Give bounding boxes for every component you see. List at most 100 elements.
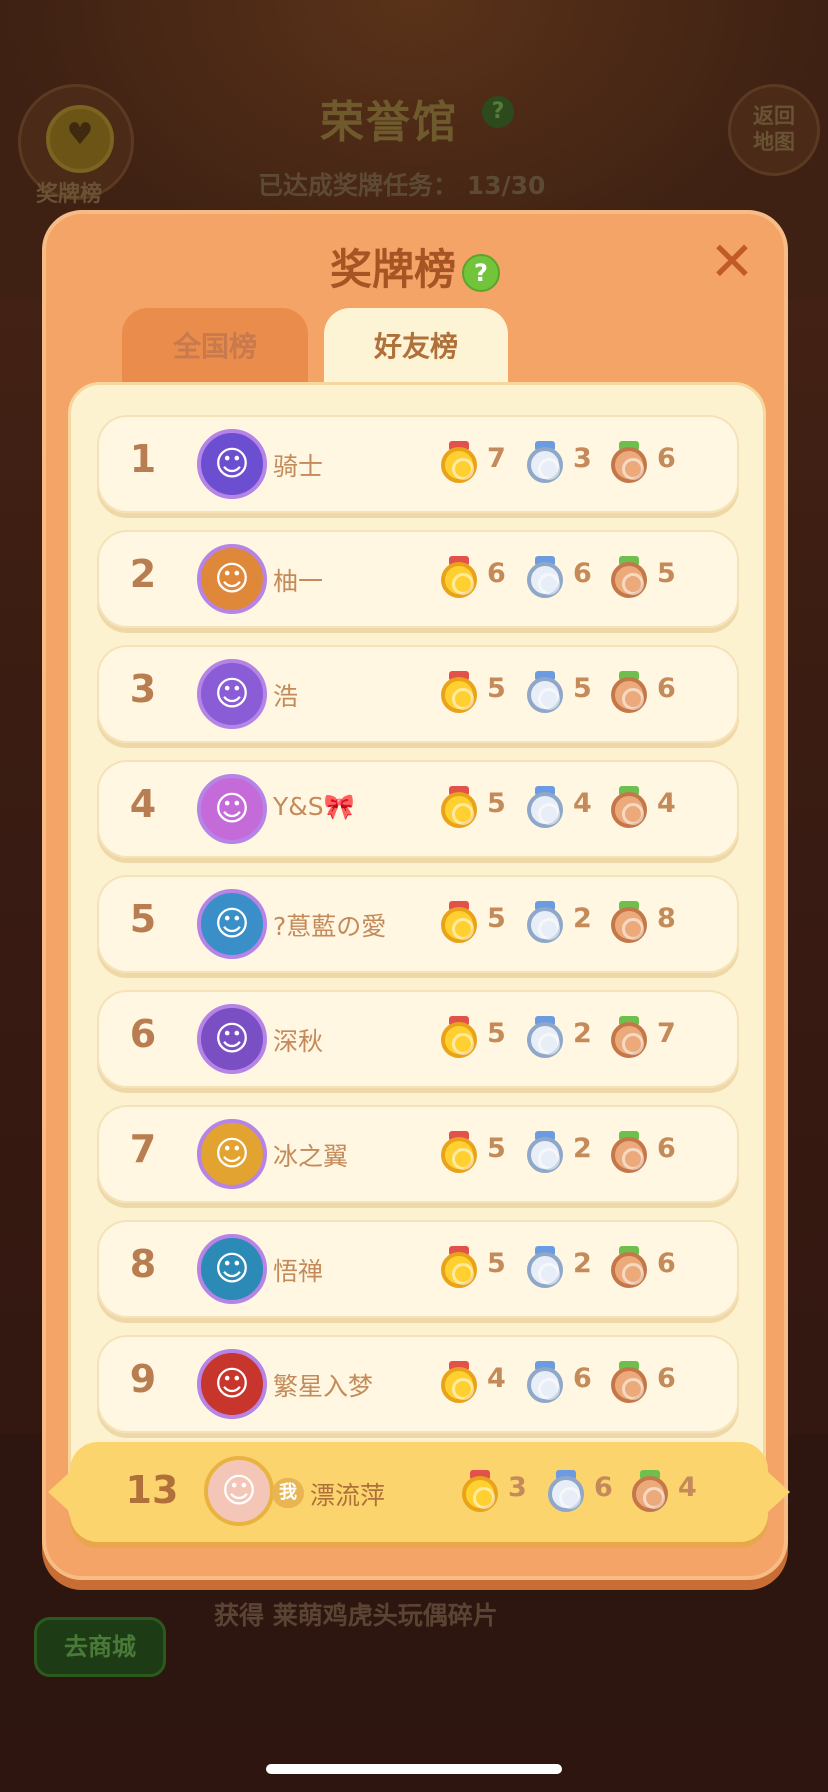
rank-number: 4 bbox=[129, 782, 157, 826]
player-name: 骑士 bbox=[273, 452, 324, 481]
gold-count: 4 bbox=[487, 1363, 506, 1394]
bronze-medal-icon bbox=[611, 1361, 647, 1403]
tab-national[interactable]: 全国榜 bbox=[122, 308, 308, 392]
gold-medal-icon bbox=[441, 901, 477, 943]
self-rank-row[interactable]: 13 ☺ 我 漂流萍 3 6 4 bbox=[70, 1442, 768, 1542]
leaderboard-row[interactable]: 7 ☺ 冰之翼 5 2 6 bbox=[97, 1105, 739, 1203]
silver-medal-icon bbox=[527, 1131, 563, 1173]
player-name: 柚一 bbox=[273, 567, 324, 596]
self-row-arrow-right bbox=[768, 1472, 790, 1512]
avatar: ☺ bbox=[197, 659, 267, 729]
silver-count: 5 bbox=[573, 673, 592, 704]
rank-number: 3 bbox=[129, 667, 157, 711]
player-name: Y&S🎀 bbox=[273, 792, 355, 821]
rank-number: 13 bbox=[125, 1468, 179, 1512]
avatar: ☺ bbox=[197, 429, 267, 499]
silver-count: 6 bbox=[573, 558, 592, 589]
rank-number: 6 bbox=[129, 1012, 157, 1056]
avatar: ☺ bbox=[197, 1004, 267, 1074]
bronze-count: 6 bbox=[657, 1248, 676, 1279]
go-to-shop-button[interactable]: 去商城 bbox=[34, 1617, 166, 1677]
rank-number: 2 bbox=[129, 552, 157, 596]
help-icon[interactable]: ? bbox=[462, 253, 500, 292]
gold-medal-icon bbox=[441, 1361, 477, 1403]
gold-medal-icon bbox=[441, 786, 477, 828]
gold-count: 5 bbox=[487, 1248, 506, 1279]
silver-medal-icon bbox=[527, 1361, 563, 1403]
bronze-medal-icon bbox=[632, 1470, 668, 1512]
silver-medal-icon bbox=[527, 1246, 563, 1288]
bronze-count: 6 bbox=[657, 1363, 676, 1394]
gold-count: 5 bbox=[487, 903, 506, 934]
rank-number: 8 bbox=[129, 1242, 157, 1286]
leaderboard-row[interactable]: 9 ☺ 繁星入梦 4 6 6 bbox=[97, 1335, 739, 1433]
leaderboard-row[interactable]: 8 ☺ 悟禅 5 2 6 bbox=[97, 1220, 739, 1318]
leaderboard-list[interactable]: 1 ☺ 骑士 7 3 6 2 ☺ 柚一 6 6 5 3 ☺ 浩 5 5 6 4 ☺ Y&S🎀 5 4 4 5 ☺ ?蒠藍の愛 5 2 8 6… bbox=[68, 382, 766, 1538]
rank-number: 9 bbox=[129, 1357, 157, 1401]
gold-count: 5 bbox=[487, 1133, 506, 1164]
silver-count: 6 bbox=[594, 1472, 613, 1503]
bronze-count: 6 bbox=[657, 443, 676, 474]
home-indicator[interactable] bbox=[266, 1764, 562, 1774]
silver-count: 6 bbox=[573, 1363, 592, 1394]
reward-text: 获得 莱萌鸡虎头玩偶碎片 bbox=[214, 1601, 498, 1630]
gold-count: 3 bbox=[508, 1472, 527, 1503]
gold-count: 7 bbox=[487, 443, 506, 474]
bronze-medal-icon bbox=[611, 1131, 647, 1173]
gold-medal-icon bbox=[441, 1246, 477, 1288]
bronze-medal-icon bbox=[611, 901, 647, 943]
silver-count: 2 bbox=[573, 903, 592, 934]
silver-count: 2 bbox=[573, 1248, 592, 1279]
rank-number: 5 bbox=[129, 897, 157, 941]
me-badge: 我 bbox=[272, 1478, 304, 1508]
gold-medal-icon bbox=[441, 441, 477, 483]
gold-count: 5 bbox=[487, 673, 506, 704]
player-name: 悟禅 bbox=[273, 1257, 324, 1286]
help-icon[interactable]: ? bbox=[482, 96, 514, 128]
player-name: ?蒠藍の愛 bbox=[273, 912, 387, 941]
silver-medal-icon bbox=[527, 556, 563, 598]
self-row-arrow-left bbox=[48, 1472, 70, 1512]
leaderboard-row[interactable]: 1 ☺ 骑士 7 3 6 bbox=[97, 415, 739, 513]
silver-medal-icon bbox=[527, 441, 563, 483]
bronze-count: 6 bbox=[657, 673, 676, 704]
bronze-medal-icon bbox=[611, 1016, 647, 1058]
close-button[interactable]: ✕ bbox=[706, 235, 758, 289]
gold-medal-icon bbox=[441, 1016, 477, 1058]
leaderboard-row[interactable]: 3 ☺ 浩 5 5 6 bbox=[97, 645, 739, 743]
medal-leaderboard-popup: 奖牌榜? ✕ 全国榜 好友榜 1 ☺ 骑士 7 3 6 2 ☺ 柚一 6 6 5 3 ☺ 浩 5 5 6 4 ☺ Y&S… bbox=[42, 210, 788, 1580]
silver-count: 3 bbox=[573, 443, 592, 474]
bronze-count: 5 bbox=[657, 558, 676, 589]
gold-medal-icon bbox=[462, 1470, 498, 1512]
bronze-medal-icon bbox=[611, 441, 647, 483]
back-to-map-button[interactable]: 返回 地图 bbox=[728, 84, 820, 176]
bronze-medal-icon bbox=[611, 556, 647, 598]
gold-count: 6 bbox=[487, 558, 506, 589]
avatar: ☺ bbox=[197, 1234, 267, 1304]
gold-medal-icon bbox=[441, 556, 477, 598]
bronze-count: 8 bbox=[657, 903, 676, 934]
bronze-count: 6 bbox=[657, 1133, 676, 1164]
player-name: 深秋 bbox=[273, 1027, 324, 1056]
silver-medal-icon bbox=[527, 671, 563, 713]
player-name: 浩 bbox=[273, 682, 299, 711]
gold-medal-icon bbox=[441, 671, 477, 713]
medal-heart-icon: ♥ bbox=[46, 105, 114, 173]
medal-task-progress: 已达成奖牌任务： 13/30 bbox=[258, 171, 546, 200]
leaderboard-row[interactable]: 6 ☺ 深秋 5 2 7 bbox=[97, 990, 739, 1088]
tab-friends[interactable]: 好友榜 bbox=[324, 308, 508, 392]
bronze-medal-icon bbox=[611, 786, 647, 828]
medal-board-label: 奖牌榜 bbox=[36, 182, 103, 207]
leaderboard-row[interactable]: 5 ☺ ?蒠藍の愛 5 2 8 bbox=[97, 875, 739, 973]
popup-title: 奖牌榜? bbox=[46, 236, 784, 297]
leaderboard-row[interactable]: 2 ☺ 柚一 6 6 5 bbox=[97, 530, 739, 628]
back-to-map-label: 返回 地图 bbox=[753, 104, 795, 154]
avatar: ☺ bbox=[197, 1119, 267, 1189]
bronze-count: 7 bbox=[657, 1018, 676, 1049]
silver-medal-icon bbox=[548, 1470, 584, 1512]
silver-medal-icon bbox=[527, 786, 563, 828]
rank-number: 7 bbox=[129, 1127, 157, 1171]
leaderboard-row[interactable]: 4 ☺ Y&S🎀 5 4 4 bbox=[97, 760, 739, 858]
gold-medal-icon bbox=[441, 1131, 477, 1173]
player-name: 繁星入梦 bbox=[273, 1372, 374, 1401]
